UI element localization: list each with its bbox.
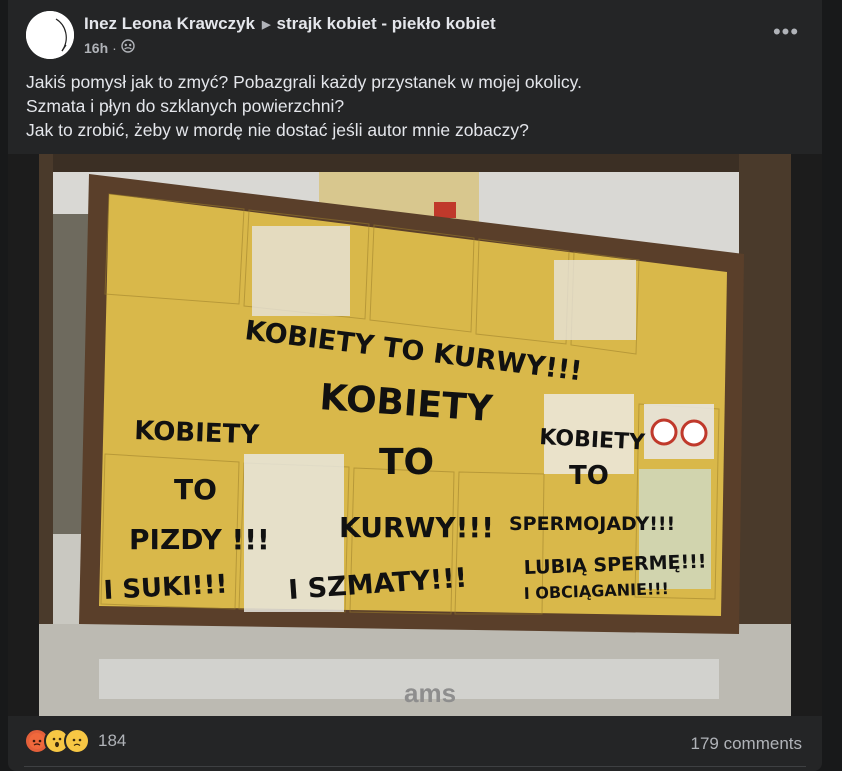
sign-line: TO (569, 461, 609, 491)
author-avatar[interactable] (26, 11, 74, 59)
author-line: Inez Leona Krawczyk ▶ strajk kobiet - pi… (84, 14, 496, 34)
friends-icon[interactable] (121, 39, 135, 56)
more-options-icon[interactable]: ••• (772, 18, 800, 46)
post-photo-container[interactable]: KOBIETY TO KURWY!!! KOBIETY KOBIETY KOBI… (8, 154, 822, 716)
reactions-summary[interactable]: 184 (24, 728, 126, 754)
post-footer: 184 179 comments (8, 724, 822, 764)
sign-line: PIZDY !!! (129, 523, 270, 556)
post-text-line: Jakiś pomysł jak to zmyć? Pobazgrali każ… (26, 72, 582, 92)
sign-line: TO (174, 473, 217, 506)
post-card: Inez Leona Krawczyk ▶ strajk kobiet - pi… (8, 0, 822, 771)
caret-right-icon: ▶ (262, 18, 271, 31)
post-meta: 16h · (84, 39, 135, 56)
sign-line: KURWY!!! (339, 511, 494, 544)
post-text-line: Szmata i płyn do szklanych powierzchni? (26, 96, 345, 116)
post-text-line: Jak to zrobić, żeby w mordę nie dostać j… (26, 120, 529, 140)
footer-divider (24, 766, 806, 767)
author-name[interactable]: Inez Leona Krawczyk (84, 14, 255, 34)
reaction-count[interactable]: 184 (98, 731, 126, 751)
group-name[interactable]: strajk kobiet - piekło kobiet (276, 14, 495, 34)
sign-line: KOBIETY (134, 416, 261, 450)
post-time[interactable]: 16h (84, 40, 108, 56)
post-text: Jakiś pomysł jak to zmyć? Pobazgrali każ… (26, 70, 806, 142)
comments-count[interactable]: 179 comments (691, 734, 803, 754)
sad-reaction-icon (64, 728, 90, 754)
brand-logo: ams (404, 678, 456, 708)
meta-separator: · (112, 39, 117, 56)
sign-line: SPERMOJADY!!! (509, 513, 675, 535)
sign-line: TO (379, 442, 434, 483)
post-photo[interactable]: KOBIETY TO KURWY!!! KOBIETY KOBIETY KOBI… (39, 154, 791, 716)
post-header: Inez Leona Krawczyk ▶ strajk kobiet - pi… (8, 0, 822, 64)
